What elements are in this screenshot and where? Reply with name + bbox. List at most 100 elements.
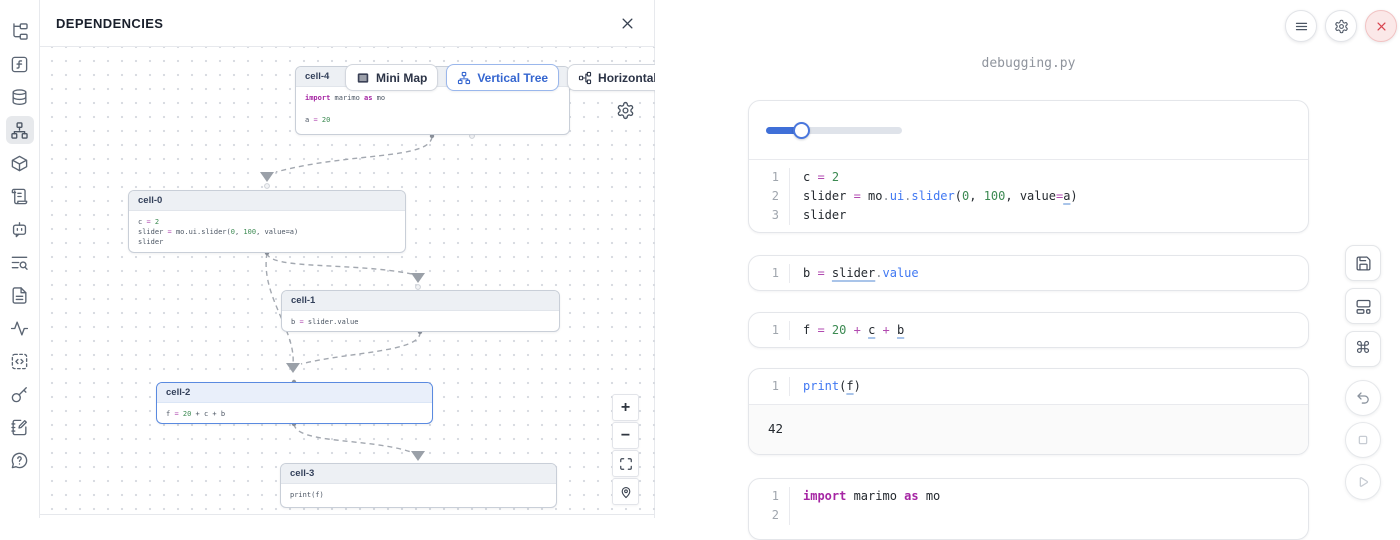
graph-settings-button[interactable]: [616, 101, 635, 120]
panel-header: DEPENDENCIES: [40, 0, 654, 47]
stop-icon: [1355, 432, 1371, 448]
sidebar-item-documentation[interactable]: [6, 281, 34, 309]
code-line: slider = mo.ui.slider(0, 100, value=a): [790, 187, 1078, 206]
stop-button[interactable]: [1345, 422, 1381, 458]
database-icon: [10, 88, 29, 107]
line-number: 1: [749, 487, 790, 506]
code-line: print(f): [790, 377, 861, 396]
package-icon: [10, 154, 29, 173]
code-square-icon: [10, 352, 29, 371]
gear-icon: [1334, 19, 1349, 34]
notebook-cell: 1c = 2 2slider = mo.ui.slider(0, 100, va…: [748, 100, 1309, 233]
fit-view-button[interactable]: [612, 450, 639, 477]
zoom-out-button[interactable]: −: [612, 422, 639, 449]
document-icon: [10, 286, 29, 305]
horizontal-tree-button[interactable]: Horizontal Tree: [567, 64, 655, 91]
locate-node-button[interactable]: [612, 478, 639, 505]
undo-button[interactable]: [1345, 380, 1381, 416]
sidebar-item-file-tree[interactable]: [6, 17, 34, 45]
graph-node-cell-2[interactable]: cell-2 f = 20 + c + b: [156, 382, 433, 424]
sidebar-item-datasources[interactable]: [6, 83, 34, 111]
file-tree-icon: [10, 22, 29, 41]
command-icon: ⌘: [1355, 341, 1371, 357]
notebook-cell: 1f = 20 + c + b: [748, 312, 1309, 348]
notebook-menu-button[interactable]: [1285, 10, 1317, 42]
code-line: f = 20 + c + b: [790, 321, 904, 340]
slider-widget[interactable]: [766, 122, 902, 139]
horizontal-tree-label: Horizontal Tree: [598, 71, 655, 85]
horizontal-tree-icon: [578, 71, 592, 85]
panel-title: DEPENDENCIES: [56, 16, 163, 31]
shutdown-button[interactable]: [1365, 10, 1397, 42]
graph-node-cell-0[interactable]: cell-0 c = 2slider = mo.ui.slider(0, 100…: [128, 190, 406, 253]
sidebar-item-secrets[interactable]: [6, 380, 34, 408]
node-title: cell-2: [157, 383, 432, 403]
code-editor[interactable]: 1import marimo as mo 2: [749, 479, 1308, 533]
node-title: cell-0: [129, 191, 405, 211]
code-editor[interactable]: 1print(f): [749, 369, 1308, 404]
code-editor[interactable]: 1c = 2 2slider = mo.ui.slider(0, 100, va…: [749, 160, 1308, 233]
play-icon: [1355, 474, 1371, 490]
vertical-tree-label: Vertical Tree: [477, 71, 548, 85]
sidebar-item-tracing[interactable]: [6, 314, 34, 342]
sidebar-item-logs[interactable]: [6, 182, 34, 210]
sidebar-item-packages[interactable]: [6, 149, 34, 177]
sidebar-item-chat[interactable]: [6, 215, 34, 243]
dependency-graph-canvas[interactable]: cell-4 import marimo as moa = 20 cell-0 …: [40, 47, 655, 515]
sidebar-item-scratchpad[interactable]: [6, 347, 34, 375]
slider-thumb[interactable]: [793, 122, 810, 139]
notebook-pen-icon: [10, 418, 29, 437]
close-icon: [620, 16, 635, 31]
sidebar-item-notebook[interactable]: [6, 413, 34, 441]
run-button[interactable]: [1345, 464, 1381, 500]
node-title: cell-1: [282, 291, 559, 311]
zoom-in-button[interactable]: +: [612, 394, 639, 421]
node-title: cell-3: [281, 464, 556, 484]
graph-node-cell-3[interactable]: cell-3 print(f): [280, 463, 557, 508]
code-editor[interactable]: 1b = slider.value: [749, 256, 1308, 291]
helper-sidebar: [0, 0, 40, 518]
hamburger-icon: [1294, 19, 1309, 34]
line-number: 1: [749, 264, 790, 283]
notebook-cell: 1print(f) 42: [748, 368, 1309, 455]
sidebar-item-snippets[interactable]: [6, 248, 34, 276]
save-icon: [1355, 255, 1372, 272]
notebook-settings-button[interactable]: [1325, 10, 1357, 42]
sidebar-item-functions[interactable]: [6, 50, 34, 78]
dependency-graph-icon: [10, 121, 29, 140]
sidebar-item-dependencies[interactable]: [6, 116, 34, 144]
line-number: 3: [749, 206, 790, 225]
vertical-tree-icon: [457, 71, 471, 85]
minimap-icon: [356, 71, 370, 85]
graph-node-cell-1[interactable]: cell-1 b = slider.value: [281, 290, 560, 332]
graph-toolbar: Mini Map Vertical Tree Horizontal Tree: [345, 64, 655, 91]
minimap-label: Mini Map: [376, 71, 427, 85]
map-pin-icon: [619, 485, 633, 499]
panel-close-button[interactable]: [616, 12, 638, 34]
gear-icon: [616, 101, 635, 120]
keyboard-shortcuts-button[interactable]: ⌘: [1345, 331, 1381, 367]
close-x-icon: [1374, 19, 1389, 34]
notebook-cell: 1import marimo as mo 2: [748, 478, 1309, 540]
undo-icon: [1355, 390, 1371, 406]
vertical-tree-button[interactable]: Vertical Tree: [446, 64, 559, 91]
graph-zoom-controls: + −: [612, 394, 639, 505]
sidebar-item-help[interactable]: [6, 446, 34, 474]
minus-icon: −: [621, 427, 630, 445]
line-number: 1: [749, 377, 790, 396]
layout-toggle-button[interactable]: [1345, 288, 1381, 324]
save-button[interactable]: [1345, 245, 1381, 281]
notebook-area: debugging.py 1c = 2 2slider = mo.ui.slid…: [656, 0, 1400, 518]
minimap-button[interactable]: Mini Map: [345, 64, 438, 91]
code-editor[interactable]: 1f = 20 + c + b: [749, 313, 1308, 348]
code-line: c = 2: [790, 168, 839, 187]
dependencies-panel: cell-4 import marimo as moa = 20 cell-0 …: [40, 0, 655, 518]
line-number: 2: [749, 506, 790, 525]
cell-console-output: 42: [749, 404, 1308, 455]
layout-icon: [1355, 298, 1372, 315]
line-number: 1: [749, 168, 790, 187]
plus-icon: +: [621, 399, 630, 417]
list-search-icon: [10, 253, 29, 272]
fullscreen-icon: [619, 457, 633, 471]
bot-message-icon: [10, 220, 29, 239]
